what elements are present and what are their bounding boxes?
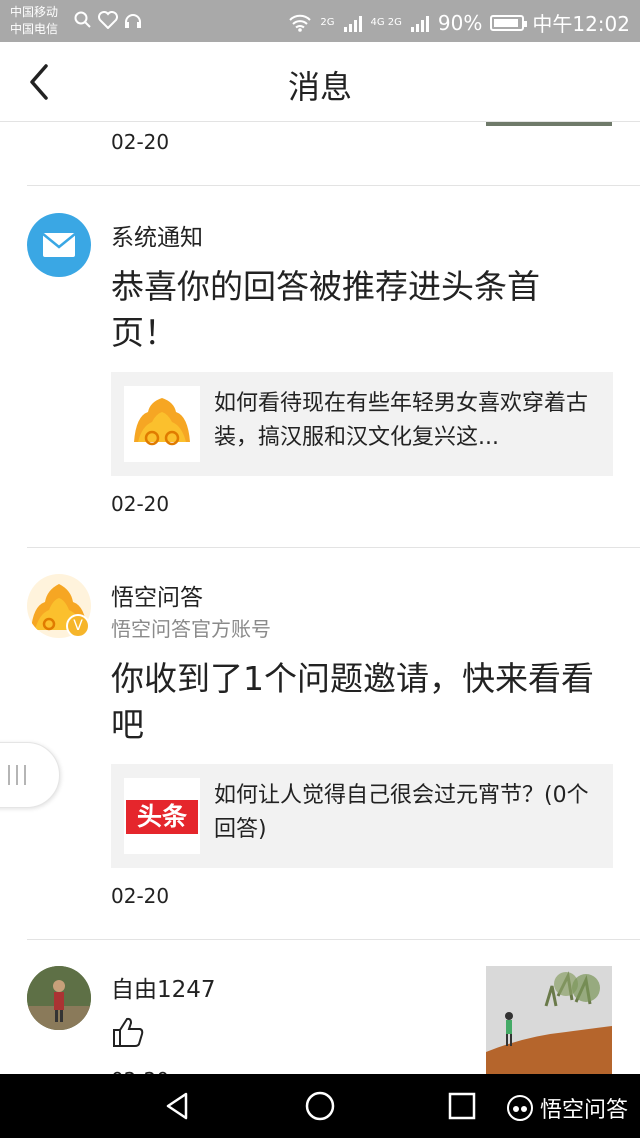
network-label-1: 2G [320, 17, 335, 28]
message-text: 恭喜你的回答被推荐进头条首页！ [111, 267, 540, 352]
carrier-info: 中国移动 中国电信 [10, 4, 58, 38]
sender-name: 自由1247 [111, 977, 216, 1003]
wifi-icon [289, 14, 312, 32]
sender-subtitle: 悟空问答官方账号 [111, 617, 271, 641]
battery-percent: 90% [437, 10, 483, 35]
divider [27, 547, 640, 548]
message-text: 你收到了1个问题邀请，快来看看吧 [111, 659, 594, 744]
battery-icon [490, 14, 528, 31]
search-icon [74, 11, 91, 28]
headset-icon [125, 14, 141, 28]
signal-icon [343, 15, 362, 32]
avatar [27, 966, 91, 1030]
question-card[interactable]: 如何看待现在有些年轻男女喜欢穿着古装，搞汉服和汉文化复兴这... [111, 372, 613, 476]
signal-icon-2 [410, 15, 429, 32]
card-question: 如何看待现在有些年轻男女喜欢穿着古装，搞汉服和汉文化复兴这... [214, 391, 589, 450]
sender-name: 系统通知 [111, 225, 203, 251]
partial-thumbnail[interactable] [486, 122, 612, 126]
divider [27, 185, 640, 186]
carrier-1: 中国移动 [10, 5, 59, 19]
question-card[interactable]: 头条 如何让人觉得自己很会过元宵节？(0个回答) [111, 764, 613, 868]
message-date: 02-20 [111, 130, 170, 154]
clock: 中午12:02 [532, 12, 630, 36]
wukong-watermark-icon [506, 1095, 533, 1121]
status-right: 2G 4G 2G 90% 中午12:02 [288, 8, 630, 37]
network-label-2: 4G 2G [370, 17, 402, 28]
health-icon [98, 11, 118, 29]
wukong-logo-icon [134, 398, 190, 446]
card-thumbnail: 头条 [124, 778, 200, 854]
watermark-text: 悟空问答 [539, 1098, 628, 1123]
message-date: 02-20 [111, 884, 170, 908]
watermark: 悟空问答 [506, 1092, 628, 1124]
user-photo [27, 966, 91, 1030]
card-question: 如何让人觉得自己很会过元宵节？(0个回答) [214, 783, 589, 842]
verified-badge-icon: V [66, 614, 90, 638]
message-list[interactable]: 02-20 系统通知 恭喜你的回答被推荐进头条首页！ 如何看待现在有些年轻男女喜… [0, 122, 640, 1074]
status-bar: 中国移动 中国电信 2G 4G 2G 90% 中午12:02 [0, 0, 640, 42]
home-circle-icon[interactable] [304, 1090, 336, 1122]
toutiao-logo: 头条 [126, 800, 198, 834]
status-left-icons [74, 10, 142, 30]
carrier-2: 中国电信 [10, 22, 59, 36]
mail-icon [42, 233, 76, 257]
handle-bars-icon [8, 765, 26, 785]
page-title: 消息 [287, 68, 352, 106]
post-thumbnail[interactable] [486, 966, 612, 1074]
card-thumbnail [124, 386, 200, 462]
recents-square-icon[interactable] [446, 1090, 478, 1122]
app-header: 消息 [0, 42, 640, 122]
message-date: 02-20 [111, 492, 170, 516]
divider [27, 939, 640, 940]
avatar [27, 213, 91, 277]
back-triangle-icon[interactable] [162, 1090, 194, 1122]
sender-name: 悟空问答 [111, 585, 203, 611]
floating-menu-handle[interactable] [0, 742, 60, 808]
system-nav-bar: 悟空问答 [0, 1074, 640, 1138]
thumbs-up-icon [111, 1015, 145, 1053]
